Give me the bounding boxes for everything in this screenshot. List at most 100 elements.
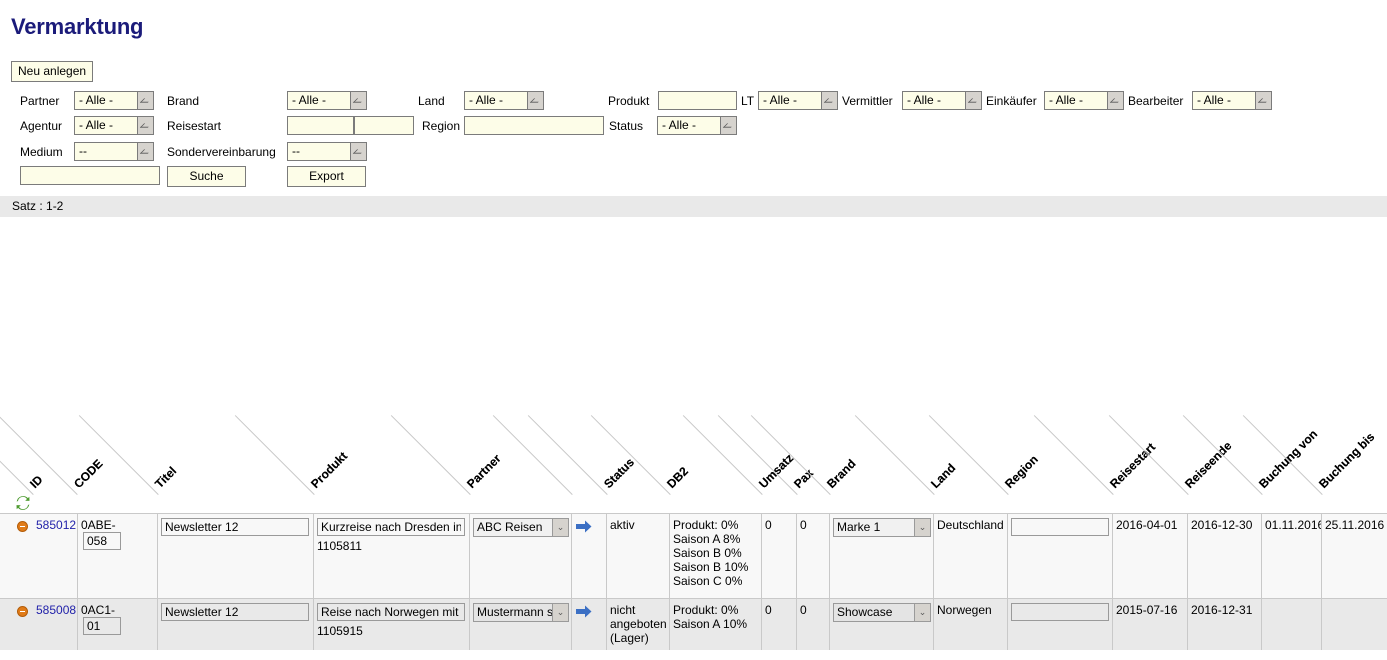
sondervereinbarung-select-value: -- [288,143,350,160]
new-entry-button[interactable]: Neu anlegen [11,61,93,82]
cell-detail-arrow[interactable] [572,599,607,650]
titel-input[interactable] [161,603,309,621]
db2-line: Produkt: 0% [673,603,758,617]
column-header-label[interactable]: Land [928,461,958,491]
db2-line: Saison C 0% [673,574,758,588]
vermittler-select[interactable]: - Alle - [902,91,982,110]
column-header-label[interactable]: DB2 [664,464,691,491]
partner-select[interactable]: - Alle - [74,91,154,110]
code-prefix: 0AC1- [81,603,115,617]
brand-select[interactable]: - Alle - [287,91,367,110]
header-divider [683,415,763,495]
chevron-down-icon [350,143,366,160]
column-header-label[interactable]: Umsatz [756,451,796,491]
status-select[interactable]: - Alle - [657,116,737,135]
sondervereinbarung-select[interactable]: -- [287,142,367,161]
produkt-name-input[interactable] [317,603,465,621]
status-text: aktiv [610,518,635,532]
cell-produkt: 1105811 [314,514,470,598]
table-row[interactable]: 585012 0ABE- 1105811 ABC Reisen ⌄ [0,513,1387,598]
partner-select-value: - Alle - [75,92,137,109]
reiseende-value: 2016-12-31 [1191,603,1252,617]
land-select[interactable]: - Alle - [464,91,544,110]
cell-brand: Marke 1 ⌄ [830,514,934,598]
brand-row-select[interactable]: Marke 1 ⌄ [833,518,931,537]
arrow-right-icon[interactable] [576,520,592,533]
id-link[interactable]: 585008 [36,603,76,617]
lt-select[interactable]: - Alle - [758,91,838,110]
produkt-name-input[interactable] [317,518,465,536]
chevron-down-icon [137,92,153,109]
cell-partner: ABC Reisen ⌄ [470,514,572,598]
cell-umsatz: 0 [762,599,797,650]
reisestart-to-input[interactable] [354,116,414,135]
cell-pax: 0 [797,599,830,650]
search-button[interactable]: Suche [167,166,246,187]
cell-region [1008,599,1113,650]
reisestart-value: 2016-04-01 [1116,518,1177,532]
label-status: Status [609,119,643,133]
header-divider [528,415,608,495]
chevron-down-icon: ⌄ [552,519,568,536]
medium-select[interactable]: -- [74,142,154,161]
column-header-label[interactable]: ID [27,473,45,491]
header-divider [1034,415,1114,495]
cell-code: 0AC1- [78,599,158,650]
freetext-search-input[interactable] [20,166,160,185]
chevron-down-icon [965,92,981,109]
chevron-down-icon [137,117,153,134]
titel-input[interactable] [161,518,309,536]
table-row[interactable]: 585008 0AC1- 1105915 Mustermann so ⌄ [0,598,1387,650]
produkt-input[interactable] [658,91,737,110]
label-reisestart: Reisestart [167,119,221,133]
column-header-label[interactable]: Partner [464,451,504,491]
agentur-select[interactable]: - Alle - [74,116,154,135]
column-header-label[interactable]: Titel [152,464,179,491]
column-header-label[interactable]: Pax [791,466,816,491]
column-header-label[interactable]: Status [601,455,637,491]
cell-id[interactable]: 585012 [33,514,78,598]
export-button[interactable]: Export [287,166,366,187]
page-title: Vermarktung [11,14,143,40]
column-header-label[interactable]: Brand [824,457,858,491]
land-select-value: - Alle - [465,92,527,109]
cell-id[interactable]: 585008 [33,599,78,650]
column-header-label[interactable]: Produkt [308,449,350,491]
arrow-right-icon[interactable] [576,605,592,618]
region-row-input[interactable] [1011,603,1109,621]
refresh-icon[interactable] [15,495,31,511]
column-header-label[interactable]: Buchung bis [1316,430,1377,491]
column-header-label[interactable]: Reiseende [1182,439,1234,491]
partner-row-select[interactable]: ABC Reisen ⌄ [473,518,569,537]
code-prefix: 0ABE- [81,518,116,532]
umsatz-value: 0 [765,603,772,617]
land-value: Deutschland [937,518,1004,532]
cell-pax: 0 [797,514,830,598]
region-row-input[interactable] [1011,518,1109,536]
cell-db2: Produkt: 0% Saison A 8% Saison B 0% Sais… [670,514,762,598]
column-header-label[interactable]: Region [1002,452,1041,491]
reisestart-from-input[interactable] [287,116,354,135]
code-suffix-input[interactable] [83,617,121,635]
partner-row-select[interactable]: Mustermann so ⌄ [473,603,569,622]
reisestart-value: 2015-07-16 [1116,603,1177,617]
land-value: Norwegen [937,603,992,617]
db2-line: Saison A 8% [673,532,758,546]
column-header-label[interactable]: Reisestart [1107,440,1158,491]
produkt-number: 1105811 [317,539,466,553]
chevron-down-icon [527,92,543,109]
einkaeufer-select[interactable]: - Alle - [1044,91,1124,110]
brand-row-select[interactable]: Showcase ⌄ [833,603,931,622]
id-link[interactable]: 585012 [36,518,76,532]
bearbeiter-select[interactable]: - Alle - [1192,91,1272,110]
label-einkaeufer: Einkäufer [986,94,1037,108]
code-suffix-input[interactable] [83,532,121,550]
pax-value: 0 [800,603,807,617]
region-input[interactable] [464,116,604,135]
chevron-down-icon: ⌄ [914,519,930,536]
cell-code: 0ABE- [78,514,158,598]
cell-detail-arrow[interactable] [572,514,607,598]
column-header-label[interactable]: CODE [71,457,105,491]
header-divider [493,415,573,495]
cell-buchung-bis [1322,599,1387,650]
